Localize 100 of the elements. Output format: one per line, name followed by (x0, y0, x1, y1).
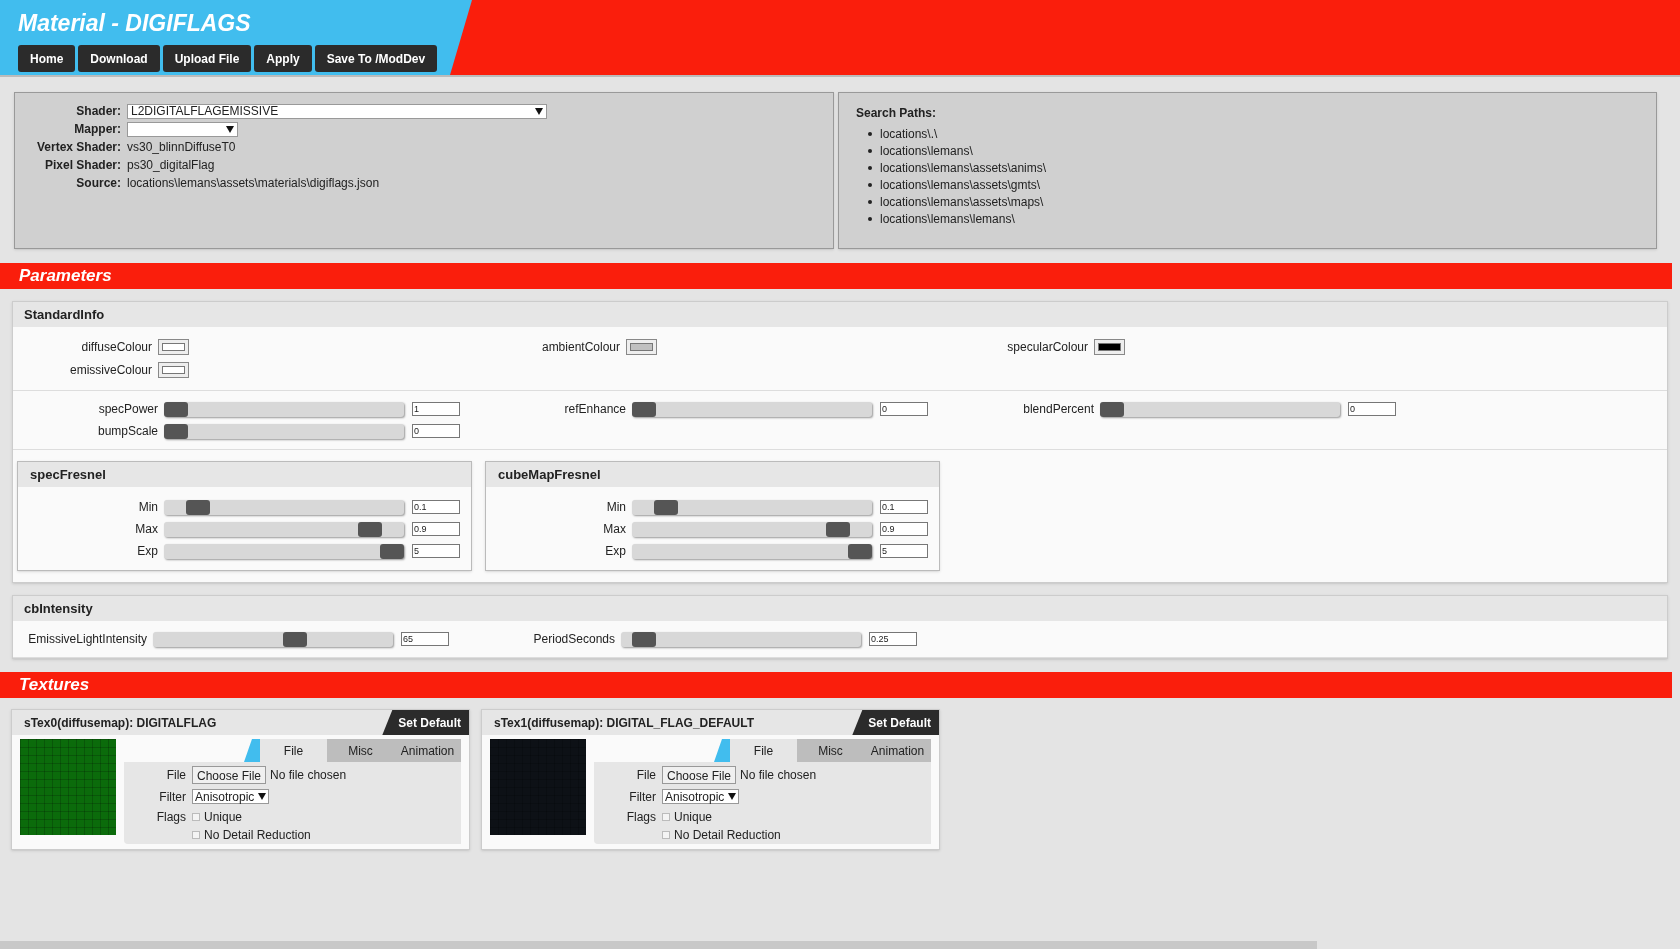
checkbox-label: No Detail Reduction (204, 827, 311, 844)
choose-file-button[interactable]: Choose File (662, 765, 737, 784)
slider-track[interactable] (621, 631, 861, 647)
value-field[interactable]: 5 (412, 544, 460, 558)
filter-dropdown[interactable]: Anisotropic (662, 789, 740, 804)
tab[interactable]: File (260, 739, 327, 762)
slider-thumb[interactable] (1100, 401, 1124, 417)
filter-dropdown[interactable]: Anisotropic (192, 789, 270, 804)
slider-thumb[interactable] (185, 499, 210, 515)
nav-button[interactable]: Save To /ModDev (314, 45, 438, 72)
slider-track[interactable] (632, 499, 872, 515)
page-title: Material - DIGIFLAGS (18, 9, 252, 38)
slider-label: specPower (97, 401, 159, 418)
slider-thumb[interactable] (164, 423, 188, 439)
slider-track[interactable] (632, 521, 872, 537)
field-label: File (635, 766, 657, 784)
colour-label: emissiveColour (68, 362, 153, 379)
slider-label: bumpScale (96, 423, 159, 440)
checkbox-label: Unique (674, 809, 713, 826)
slider-label: EmissiveLightIntensity (27, 631, 148, 648)
group-title: cubeMapFresnel (486, 462, 939, 487)
nav-button[interactable]: Apply (254, 45, 312, 72)
slider-track[interactable] (164, 543, 404, 559)
colour-label: specularColour (1006, 339, 1089, 356)
bullet-icon (868, 131, 872, 136)
value-field[interactable]: 5 (880, 544, 928, 558)
value-field[interactable]: 0.9 (880, 522, 928, 536)
field-label: File (165, 766, 187, 784)
value-field[interactable]: 0.1 (880, 500, 928, 514)
slider-track[interactable] (164, 499, 404, 515)
colour-swatch[interactable] (626, 339, 657, 355)
value-field[interactable]: 0.25 (869, 632, 917, 646)
slider-track[interactable] (153, 631, 393, 647)
slider-track[interactable] (164, 423, 404, 439)
search-path: locations\lemans\assets\anims\ (880, 159, 1047, 177)
slider-label: Max (134, 521, 159, 538)
tab[interactable]: Misc (327, 739, 394, 762)
checkbox[interactable] (192, 831, 200, 839)
tab[interactable]: Animation (394, 739, 461, 762)
value-field[interactable]: 0.1 (412, 500, 460, 514)
slider-track[interactable] (632, 401, 872, 417)
slider-thumb[interactable] (282, 631, 307, 647)
slider-track[interactable] (632, 543, 872, 559)
search-path: locations\.\ (880, 125, 938, 143)
colour-swatch[interactable] (1094, 339, 1125, 355)
choose-file-button[interactable]: Choose File (192, 765, 267, 784)
slider-track[interactable] (164, 521, 404, 537)
value-field[interactable]: 0 (1348, 402, 1396, 416)
value-field[interactable]: 1 (412, 402, 460, 416)
scrollbar[interactable] (0, 941, 1317, 949)
slider-label: Exp (136, 543, 159, 560)
slider-label: refEnhance (563, 401, 627, 418)
checkbox[interactable] (662, 831, 670, 839)
caret-icon (728, 793, 737, 800)
slider-track[interactable] (1100, 401, 1340, 417)
colour-swatch[interactable] (158, 362, 189, 378)
slider-thumb[interactable] (826, 521, 851, 537)
group-title: StandardInfo (13, 302, 1667, 327)
file-status: No file chosen (270, 766, 347, 784)
slider-thumb[interactable] (164, 401, 188, 417)
section-title: Parameters (19, 265, 112, 288)
field-label: Flags (155, 809, 187, 826)
dropdown[interactable]: L2DIGITALFLAGEMISSIVE (127, 103, 547, 119)
group-title: specFresnel (18, 462, 471, 487)
set-default-button[interactable]: Set Default (852, 710, 939, 735)
slider-thumb[interactable] (358, 521, 383, 537)
colour-swatch[interactable] (158, 339, 189, 355)
slider-thumb[interactable] (380, 543, 404, 559)
value-field[interactable]: 0.9 (412, 522, 460, 536)
checkbox[interactable] (662, 813, 670, 821)
checkbox[interactable] (192, 813, 200, 821)
value-field[interactable]: 0 (880, 402, 928, 416)
dropdown[interactable] (127, 121, 238, 137)
search-path: locations\lemans\assets\gmts\ (880, 176, 1041, 194)
checkbox-label: No Detail Reduction (674, 827, 781, 844)
slider-label: Max (602, 521, 627, 538)
bullet-icon (868, 199, 872, 204)
slider-track[interactable] (164, 401, 404, 417)
value-field[interactable]: 65 (401, 632, 449, 646)
search-path: locations\lemans\ (880, 142, 973, 160)
search-path: locations\lemans\lemans\ (880, 210, 1015, 228)
field-label: Filter (158, 788, 187, 806)
value-field[interactable]: 0 (412, 424, 460, 438)
nav-button[interactable]: Upload File (162, 45, 252, 72)
slider-thumb[interactable] (632, 401, 656, 417)
field-label: Flags (625, 809, 657, 826)
tab[interactable]: Misc (797, 739, 864, 762)
tab[interactable]: Animation (864, 739, 931, 762)
texture-title: sTex0(diffusemap): DIGITALFLAG (24, 714, 217, 732)
set-default-button[interactable]: Set Default (382, 710, 469, 735)
tab-accent (714, 739, 730, 762)
search-paths-title: Search Paths: (856, 105, 938, 122)
tab[interactable]: File (730, 739, 797, 762)
slider-thumb[interactable] (653, 499, 678, 515)
nav-button[interactable]: Download (78, 45, 160, 72)
field-label: Shader: (75, 103, 121, 120)
slider-thumb[interactable] (631, 631, 656, 647)
nav-button[interactable]: Home (18, 45, 76, 72)
slider-thumb[interactable] (848, 543, 872, 559)
slider-label: Min (605, 499, 627, 516)
